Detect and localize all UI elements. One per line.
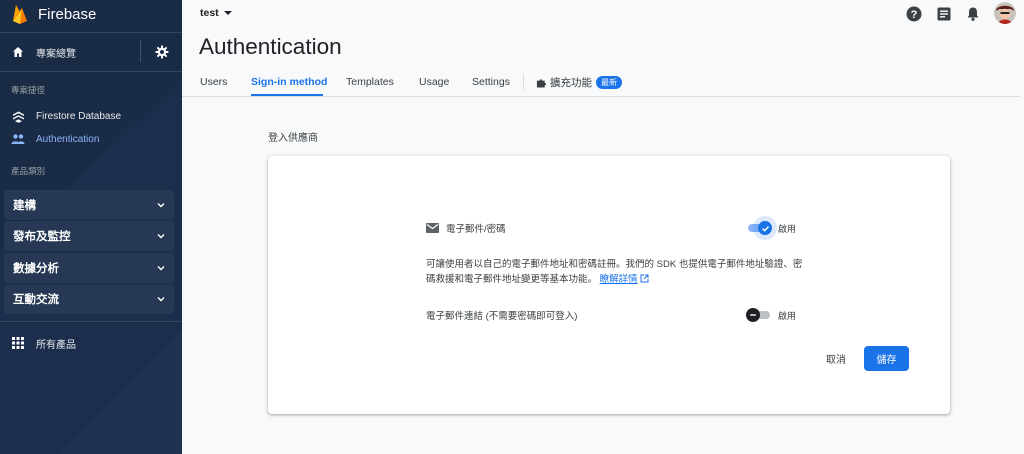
tab-sign-in-method[interactable]: Sign-in method [251,76,327,88]
email-password-provider: 電子郵件/密碼 [426,221,506,235]
chevron-down-icon [157,203,165,208]
sidebar-item-label: Authentication [36,133,100,145]
project-name: test [200,7,219,19]
tab-usage[interactable]: Usage [419,76,449,88]
categories-heading: 產品類別 [11,166,46,176]
email-link-toggle[interactable] [746,308,772,322]
chevron-down-icon [157,234,165,239]
new-badge: 最新 [596,76,622,89]
firebase-flame-icon [13,5,27,24]
users-icon [11,132,25,146]
mail-icon [426,223,439,233]
avatar[interactable] [994,2,1016,24]
toggle-label: 啟用 [778,310,797,321]
home-icon [11,45,25,59]
toggle-label: 啟用 [778,223,797,234]
tab-settings[interactable]: Settings [472,76,510,88]
gear-icon[interactable] [155,45,169,59]
all-products-link[interactable]: 所有產品 [0,334,182,352]
puzzle-icon [536,79,547,88]
tab-bar: Users Sign-in method Templates Usage Set… [182,72,1020,97]
main-content: test ? Authentication Users Sign-in meth… [182,0,1024,454]
chevron-down-icon [157,266,165,271]
email-link-label: 電子郵件連結 (不需要密碼即可登入) [426,311,578,322]
category-release-monitor[interactable]: 發布及監控 [4,221,174,251]
category-label: 建構 [13,200,36,212]
check-icon [761,225,769,232]
email-password-toggle[interactable] [746,221,772,235]
category-build[interactable]: 建構 [4,190,174,220]
sidebar-item-authentication[interactable]: Authentication [0,131,182,147]
external-link-icon [640,274,649,283]
tab-users[interactable]: Users [200,76,227,88]
provider-card: 電子郵件/密碼 啟用 可讓使用者以自己的電子郵件地址和密碼註冊。我們的 SDK … [268,156,950,414]
email-link-toggle-group: 啟用 [746,308,796,322]
email-link-provider: 電子郵件連結 (不需要密碼即可登入) [426,308,577,322]
sidebar-divider [0,32,182,33]
extensions-label: 擴充功能 [550,77,592,89]
category-label: 數據分析 [13,263,59,275]
category-engage[interactable]: 互動交流 [4,284,174,314]
minus-icon [750,314,756,316]
apps-grid-icon [11,336,25,350]
project-selector[interactable]: test [200,7,232,19]
active-tab-indicator [251,94,323,96]
sign-in-providers-heading: 登入供應商 [268,133,318,144]
firebase-logo[interactable]: Firebase [11,3,96,25]
chevron-down-icon [157,297,165,302]
sidebar-item-label: Firestore Database [36,110,122,122]
email-password-toggle-group: 啟用 [746,221,796,235]
sidebar-vertical-separator [140,40,141,62]
sidebar: Firebase 專案總覽 專案捷徑 Firestore Database Au… [0,0,182,454]
cancel-button[interactable]: 取消 [816,346,856,370]
feedback-icon[interactable] [936,6,952,22]
sidebar-divider [0,71,182,72]
brand-name: Firebase [38,5,97,23]
tab-separator [523,74,524,90]
category-label: 互動交流 [13,294,59,306]
help-icon[interactable]: ? [906,6,922,22]
bell-icon[interactable] [965,6,981,22]
shortcuts-heading: 專案捷徑 [11,85,46,95]
save-button[interactable]: 儲存 [864,346,909,371]
sidebar-divider [0,321,182,322]
category-label: 發布及監控 [13,231,71,243]
tab-templates[interactable]: Templates [346,76,394,88]
page-title: Authentication [199,34,342,59]
learn-more-link[interactable]: 瞭解詳情 [600,274,638,285]
toggle-thumb [746,308,760,322]
caret-down-icon [223,11,232,15]
sidebar-item-firestore[interactable]: Firestore Database [0,108,182,124]
email-password-label: 電子郵件/密碼 [446,224,506,235]
toggle-thumb [758,221,772,235]
provider-description: 可讓使用者以自己的電子郵件地址和密碼註冊。我們的 SDK 也提供電子郵件地址驗證… [426,257,806,287]
firestore-icon [11,109,25,123]
project-overview-label: 專案總覽 [36,48,76,60]
category-analytics[interactable]: 數據分析 [4,253,174,283]
tab-extensions[interactable]: 擴充功能 最新 [536,75,622,90]
svg-text:?: ? [911,9,918,21]
all-products-label: 所有產品 [36,339,76,351]
